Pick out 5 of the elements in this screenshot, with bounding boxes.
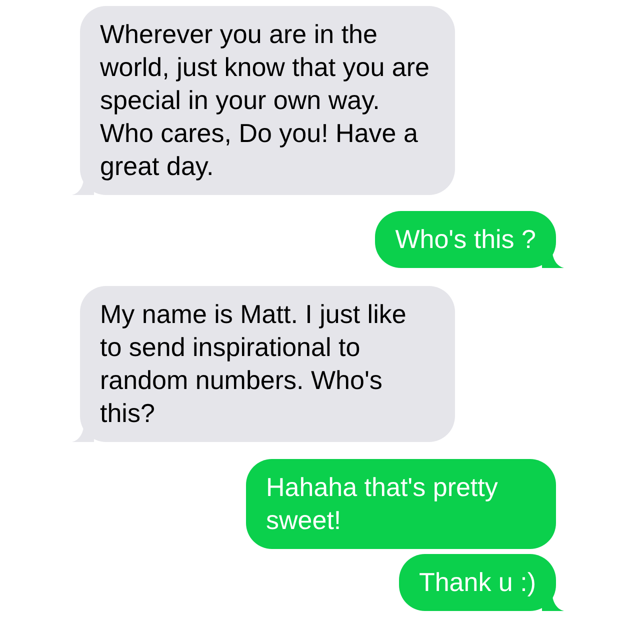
message-bubble: Who's this ?	[375, 211, 556, 268]
message-bubble: Thank u :)	[398, 554, 556, 611]
message-bubble: Hahaha that's pretty sweet!	[246, 459, 556, 549]
message-bubble: My name is Matt. I just like to send inspirational to random numbers. Who's this?	[80, 286, 455, 442]
message-bubble: Wherever you are in the world, just know that you are special in your own way. Who cares, Do you! Have a great day.	[80, 6, 455, 195]
